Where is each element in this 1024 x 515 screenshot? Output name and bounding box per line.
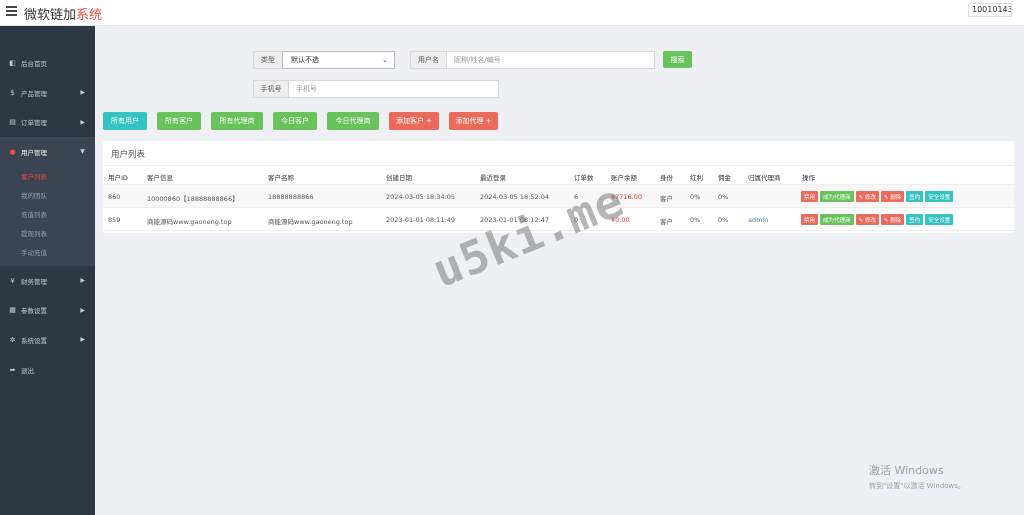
username-filter: 用户名 昵称/姓名/编号 xyxy=(410,51,655,69)
cell-created: 2023-01-01 08:11:49 xyxy=(386,216,456,224)
type-label: 类型 xyxy=(253,51,282,69)
cell-role: 客户 xyxy=(660,218,673,226)
hamburger-menu-icon[interactable] xyxy=(6,6,17,16)
subnav-recharge-list[interactable]: 充值列表 xyxy=(0,205,95,224)
cell-info: 10000860【18888888866】 xyxy=(147,195,239,203)
th-id: 用户ID xyxy=(108,174,128,182)
row-actions: 禁用 成为代理商 ✎ 修改 ✎ 删除 签约 安全设置 xyxy=(801,214,954,225)
th-name: 客户名称 xyxy=(268,174,294,182)
subnav-withdraw-list[interactable]: 提现列表 xyxy=(0,224,95,243)
sidebar-item-users[interactable]: ● 用户管理 ▶ xyxy=(0,137,95,167)
users-submenu: 客户列表 我的团队 充值列表 提现列表 手动充值 xyxy=(0,166,95,266)
th-bonus: 红利 xyxy=(690,174,703,182)
sidebar-item-finance[interactable]: ¥ 财务管理 ▶ xyxy=(0,266,95,296)
cell-agent[interactable]: admin xyxy=(748,216,768,224)
username-label: 用户名 xyxy=(410,51,446,69)
th-info: 客户信息 xyxy=(147,174,173,182)
type-filter: 类型 默认不选 ⌄ xyxy=(253,51,395,69)
sidebar-item-parameters[interactable]: ▦ 参数设置 ▶ xyxy=(0,295,95,325)
phone-filter: 手机号 手机号 xyxy=(253,80,499,98)
chevron-right-icon: ▶ xyxy=(80,89,85,97)
yen-icon: ¥ xyxy=(10,276,15,285)
th-commission: 佣金 xyxy=(718,174,731,182)
chevron-down-icon: ▶ xyxy=(79,149,87,155)
cell-role: 客户 xyxy=(660,195,673,203)
delete-button[interactable]: ✎ 删除 xyxy=(880,214,905,225)
sign-button[interactable]: 签约 xyxy=(906,214,924,225)
cell-name: 18888888866 xyxy=(268,193,314,201)
cell-info: 商能源码www.gaoneng.top xyxy=(147,218,232,226)
cell-id: 859 xyxy=(108,216,121,224)
cell-commission: 0% xyxy=(718,216,729,224)
username-input[interactable]: 昵称/姓名/编号 xyxy=(446,51,655,69)
all-agents-button[interactable]: 所有代理商 xyxy=(211,112,263,130)
row-actions: 禁用 成为代理商 ✎ 修改 ✎ 删除 签约 安全设置 xyxy=(801,191,954,202)
subnav-manual-recharge[interactable]: 手动充值 xyxy=(0,243,95,262)
dashboard-icon: ◧ xyxy=(9,58,16,67)
logout-icon: ➦ xyxy=(9,365,16,374)
th-balance: 账户余额 xyxy=(611,174,637,182)
sidebar-item-orders[interactable]: ▤ 订单管理 ▶ xyxy=(0,107,95,137)
search-button[interactable]: 搜索 xyxy=(663,51,692,68)
sidebar: ◧ 后台首页 $ 产品管理 ▶ ▤ 订单管理 ▶ ● 用户管理 ▶ 客户列表 我的团队 充值列… xyxy=(0,26,95,515)
today-customers-button[interactable]: 今日客户 xyxy=(273,112,317,130)
sidebar-item-system[interactable]: ✲ 系统设置 ▶ xyxy=(0,325,95,355)
th-role: 身份 xyxy=(660,174,673,182)
chevron-down-icon: ⌄ xyxy=(382,56,388,64)
delete-button[interactable]: ✎ 删除 xyxy=(880,191,905,202)
security-settings-button[interactable]: 安全设置 xyxy=(925,214,954,225)
chevron-right-icon: ▶ xyxy=(80,277,85,285)
th-agent: 归属代理商 xyxy=(748,174,781,182)
sidebar-item-logout[interactable]: ➦ 退出 xyxy=(0,355,95,385)
edit-button[interactable]: ✎ 修改 xyxy=(855,191,879,202)
chevron-right-icon: ▶ xyxy=(80,336,85,344)
cell-last-login: 2024-03-05 18:52:04 xyxy=(480,193,550,201)
add-customer-button[interactable]: 添加客户 + xyxy=(389,112,439,130)
all-users-button[interactable]: 所有用户 xyxy=(103,112,147,130)
make-agent-button[interactable]: 成为代理商 xyxy=(820,214,854,225)
all-customers-button[interactable]: 所有客户 xyxy=(157,112,201,130)
cell-bonus: 0% xyxy=(690,193,701,201)
chevron-right-icon: ▶ xyxy=(80,118,85,126)
phone-label: 手机号 xyxy=(253,80,288,98)
today-agents-button[interactable]: 今日代理商 xyxy=(327,112,379,130)
type-select[interactable]: 默认不选 ⌄ xyxy=(282,51,395,69)
top-bar: 微软链加系统 10010143 ▾ xyxy=(0,0,1024,26)
subnav-my-team[interactable]: 我的团队 xyxy=(0,186,95,205)
th-actions: 操作 xyxy=(802,174,815,182)
dollar-icon: $ xyxy=(10,88,15,97)
make-agent-button[interactable]: 成为代理商 xyxy=(820,191,854,202)
chevron-right-icon: ▶ xyxy=(80,306,85,314)
phone-input[interactable]: 手机号 xyxy=(288,80,499,98)
sidebar-item-products[interactable]: $ 产品管理 ▶ xyxy=(0,78,95,108)
user-dropdown[interactable]: 10010143 ▾ xyxy=(968,3,1012,17)
panel-title: 用户列表 xyxy=(111,150,146,160)
subnav-customer-list[interactable]: 客户列表 xyxy=(0,167,95,186)
disable-button[interactable]: 禁用 xyxy=(801,191,819,202)
sign-button[interactable]: 签约 xyxy=(906,191,924,202)
brand-title: 微软链加系统 xyxy=(24,8,103,23)
cell-created: 2024-03-05 18:34:05 xyxy=(386,193,456,201)
table-header: 用户ID 客户信息 客户名称 创建日期 最近登录 订单数 账户余额 身份 红利 … xyxy=(103,165,1014,185)
edit-button[interactable]: ✎ 修改 xyxy=(855,214,879,225)
security-settings-button[interactable]: 安全设置 xyxy=(925,191,954,202)
add-agent-button[interactable]: 添加代理 + xyxy=(449,112,498,130)
cell-id: 860 xyxy=(108,193,121,201)
gears-icon: ✲ xyxy=(9,335,16,344)
th-created: 创建日期 xyxy=(386,174,412,182)
sidebar-item-dashboard[interactable]: ◧ 后台首页 xyxy=(0,48,95,78)
cell-commission: 0% xyxy=(718,193,729,201)
th-last-login: 最近登录 xyxy=(480,174,506,182)
disable-button[interactable]: 禁用 xyxy=(801,214,819,225)
windows-activation-notice: 激活 Windows 转到"设置"以激活 Windows。 xyxy=(869,464,965,490)
clipboard-icon: ▤ xyxy=(9,118,16,127)
sliders-icon: ▦ xyxy=(9,306,16,315)
cell-bonus: 0% xyxy=(690,216,701,224)
cell-name: 商能源码www.gaoneng.top xyxy=(268,218,353,226)
user-icon: ● xyxy=(9,147,16,156)
